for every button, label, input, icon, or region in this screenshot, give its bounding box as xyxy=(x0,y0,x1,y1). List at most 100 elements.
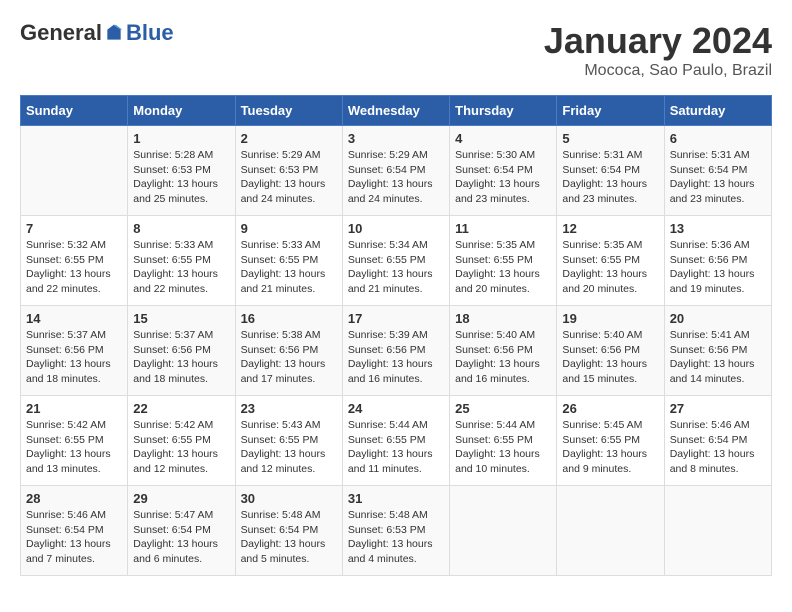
day-info: Sunrise: 5:44 AM Sunset: 6:55 PM Dayligh… xyxy=(348,418,444,477)
calendar-cell: 31Sunrise: 5:48 AM Sunset: 6:53 PM Dayli… xyxy=(342,486,449,576)
calendar-cell: 29 Sunrise: 5:47 AM Sunset: 6:54 PM Dayli… xyxy=(128,486,235,576)
calendar-subtitle: Mococa, Sao Paulo, Brazil xyxy=(544,62,772,80)
day-info: Sunrise: 5:40 AM Sunset: 6:56 PM Dayligh… xyxy=(455,328,551,387)
calendar-cell: 1 Sunrise: 5:28 AM Sunset: 6:53 PM Daylig… xyxy=(128,126,235,216)
day-number: 30 xyxy=(241,491,337,506)
calendar-cell: 9 Sunrise: 5:33 AM Sunset: 6:55 PM Daylig… xyxy=(235,216,342,306)
calendar-cell: 25 Sunrise: 5:44 AM Sunset: 6:55 PM Dayli… xyxy=(450,396,557,486)
calendar-cell: 14 Sunrise: 5:37 AM Sunset: 6:56 PM Dayli… xyxy=(21,306,128,396)
calendar-cell xyxy=(450,486,557,576)
calendar-cell: 7Sunrise: 5:32 AM Sunset: 6:55 PM Daylig… xyxy=(21,216,128,306)
calendar-cell xyxy=(21,126,128,216)
day-info: Sunrise: 5:41 AM Sunset: 6:56 PM Dayligh… xyxy=(670,328,766,387)
day-info: Sunrise: 5:42 AM Sunset: 6:55 PM Dayligh… xyxy=(133,418,229,477)
page-header: General Blue January 2024 Mococa, Sao Pa… xyxy=(20,20,772,80)
day-number: 13 xyxy=(670,221,766,236)
header-tuesday: Tuesday xyxy=(235,96,342,126)
day-number: 23 xyxy=(241,401,337,416)
calendar-cell: 28 Sunrise: 5:46 AM Sunset: 6:54 PM Dayli… xyxy=(21,486,128,576)
day-info: Sunrise: 5:42 AM Sunset: 6:55 PM Dayligh… xyxy=(26,418,122,477)
calendar-cell: 10 Sunrise: 5:34 AM Sunset: 6:55 PM Dayli… xyxy=(342,216,449,306)
calendar-cell: 20 Sunrise: 5:41 AM Sunset: 6:56 PM Dayli… xyxy=(664,306,771,396)
day-number: 17 xyxy=(348,311,444,326)
calendar-week-row: 28 Sunrise: 5:46 AM Sunset: 6:54 PM Dayli… xyxy=(21,486,772,576)
day-info: Sunrise: 5:31 AM Sunset: 6:54 PM Dayligh… xyxy=(670,148,766,207)
header-saturday: Saturday xyxy=(664,96,771,126)
calendar-cell xyxy=(557,486,664,576)
calendar-cell: 8Sunrise: 5:33 AM Sunset: 6:55 PM Daylig… xyxy=(128,216,235,306)
day-info: Sunrise: 5:38 AM Sunset: 6:56 PM Dayligh… xyxy=(241,328,337,387)
day-number: 11 xyxy=(455,221,551,236)
day-info: Sunrise: 5:33 AM Sunset: 6:55 PM Dayligh… xyxy=(241,238,337,297)
day-info: Sunrise: 5:45 AM Sunset: 6:55 PM Dayligh… xyxy=(562,418,658,477)
day-number: 7 xyxy=(26,221,122,236)
header-thursday: Thursday xyxy=(450,96,557,126)
logo: General Blue xyxy=(20,20,174,46)
calendar-title: January 2024 xyxy=(544,20,772,62)
day-info: Sunrise: 5:40 AM Sunset: 6:56 PM Dayligh… xyxy=(562,328,658,387)
title-area: January 2024 Mococa, Sao Paulo, Brazil xyxy=(544,20,772,80)
calendar-cell: 2Sunrise: 5:29 AM Sunset: 6:53 PM Daylig… xyxy=(235,126,342,216)
calendar-cell: 15Sunrise: 5:37 AM Sunset: 6:56 PM Dayli… xyxy=(128,306,235,396)
day-number: 29 xyxy=(133,491,229,506)
calendar-cell: 24 Sunrise: 5:44 AM Sunset: 6:55 PM Dayli… xyxy=(342,396,449,486)
day-info: Sunrise: 5:46 AM Sunset: 6:54 PM Dayligh… xyxy=(26,508,122,567)
day-info: Sunrise: 5:46 AM Sunset: 6:54 PM Dayligh… xyxy=(670,418,766,477)
day-info: Sunrise: 5:29 AM Sunset: 6:54 PM Dayligh… xyxy=(348,148,444,207)
day-number: 16 xyxy=(241,311,337,326)
calendar-cell: 3 Sunrise: 5:29 AM Sunset: 6:54 PM Daylig… xyxy=(342,126,449,216)
calendar-week-row: 1 Sunrise: 5:28 AM Sunset: 6:53 PM Daylig… xyxy=(21,126,772,216)
day-number: 21 xyxy=(26,401,122,416)
calendar-cell: 4 Sunrise: 5:30 AM Sunset: 6:54 PM Daylig… xyxy=(450,126,557,216)
day-info: Sunrise: 5:39 AM Sunset: 6:56 PM Dayligh… xyxy=(348,328,444,387)
calendar-table: SundayMondayTuesdayWednesdayThursdayFrid… xyxy=(20,95,772,576)
day-number: 20 xyxy=(670,311,766,326)
calendar-week-row: 7Sunrise: 5:32 AM Sunset: 6:55 PM Daylig… xyxy=(21,216,772,306)
calendar-cell xyxy=(664,486,771,576)
header-wednesday: Wednesday xyxy=(342,96,449,126)
day-info: Sunrise: 5:37 AM Sunset: 6:56 PM Dayligh… xyxy=(133,328,229,387)
day-info: Sunrise: 5:35 AM Sunset: 6:55 PM Dayligh… xyxy=(562,238,658,297)
day-info: Sunrise: 5:47 AM Sunset: 6:54 PM Dayligh… xyxy=(133,508,229,567)
day-number: 22 xyxy=(133,401,229,416)
day-number: 25 xyxy=(455,401,551,416)
logo-blue-text: Blue xyxy=(126,20,174,46)
calendar-cell: 18Sunrise: 5:40 AM Sunset: 6:56 PM Dayli… xyxy=(450,306,557,396)
header-sunday: Sunday xyxy=(21,96,128,126)
day-number: 9 xyxy=(241,221,337,236)
day-info: Sunrise: 5:43 AM Sunset: 6:55 PM Dayligh… xyxy=(241,418,337,477)
day-number: 6 xyxy=(670,131,766,146)
calendar-cell: 6 Sunrise: 5:31 AM Sunset: 6:54 PM Daylig… xyxy=(664,126,771,216)
day-info: Sunrise: 5:34 AM Sunset: 6:55 PM Dayligh… xyxy=(348,238,444,297)
day-info: Sunrise: 5:36 AM Sunset: 6:56 PM Dayligh… xyxy=(670,238,766,297)
header-friday: Friday xyxy=(557,96,664,126)
day-info: Sunrise: 5:44 AM Sunset: 6:55 PM Dayligh… xyxy=(455,418,551,477)
day-info: Sunrise: 5:37 AM Sunset: 6:56 PM Dayligh… xyxy=(26,328,122,387)
day-number: 19 xyxy=(562,311,658,326)
day-number: 10 xyxy=(348,221,444,236)
day-info: Sunrise: 5:30 AM Sunset: 6:54 PM Dayligh… xyxy=(455,148,551,207)
day-number: 28 xyxy=(26,491,122,506)
day-number: 8 xyxy=(133,221,229,236)
day-info: Sunrise: 5:48 AM Sunset: 6:54 PM Dayligh… xyxy=(241,508,337,567)
calendar-cell: 21 Sunrise: 5:42 AM Sunset: 6:55 PM Dayli… xyxy=(21,396,128,486)
calendar-cell: 23 Sunrise: 5:43 AM Sunset: 6:55 PM Dayli… xyxy=(235,396,342,486)
day-number: 4 xyxy=(455,131,551,146)
day-number: 2 xyxy=(241,131,337,146)
day-number: 26 xyxy=(562,401,658,416)
header-monday: Monday xyxy=(128,96,235,126)
calendar-cell: 26 Sunrise: 5:45 AM Sunset: 6:55 PM Dayli… xyxy=(557,396,664,486)
day-number: 14 xyxy=(26,311,122,326)
day-number: 1 xyxy=(133,131,229,146)
day-info: Sunrise: 5:35 AM Sunset: 6:55 PM Dayligh… xyxy=(455,238,551,297)
day-info: Sunrise: 5:31 AM Sunset: 6:54 PM Dayligh… xyxy=(562,148,658,207)
calendar-cell: 17 Sunrise: 5:39 AM Sunset: 6:56 PM Dayli… xyxy=(342,306,449,396)
calendar-cell: 19 Sunrise: 5:40 AM Sunset: 6:56 PM Dayli… xyxy=(557,306,664,396)
day-number: 12 xyxy=(562,221,658,236)
calendar-cell: 16 Sunrise: 5:38 AM Sunset: 6:56 PM Dayli… xyxy=(235,306,342,396)
day-info: Sunrise: 5:28 AM Sunset: 6:53 PM Dayligh… xyxy=(133,148,229,207)
calendar-cell: 12 Sunrise: 5:35 AM Sunset: 6:55 PM Dayli… xyxy=(557,216,664,306)
day-number: 24 xyxy=(348,401,444,416)
calendar-cell: 22 Sunrise: 5:42 AM Sunset: 6:55 PM Dayli… xyxy=(128,396,235,486)
day-number: 3 xyxy=(348,131,444,146)
